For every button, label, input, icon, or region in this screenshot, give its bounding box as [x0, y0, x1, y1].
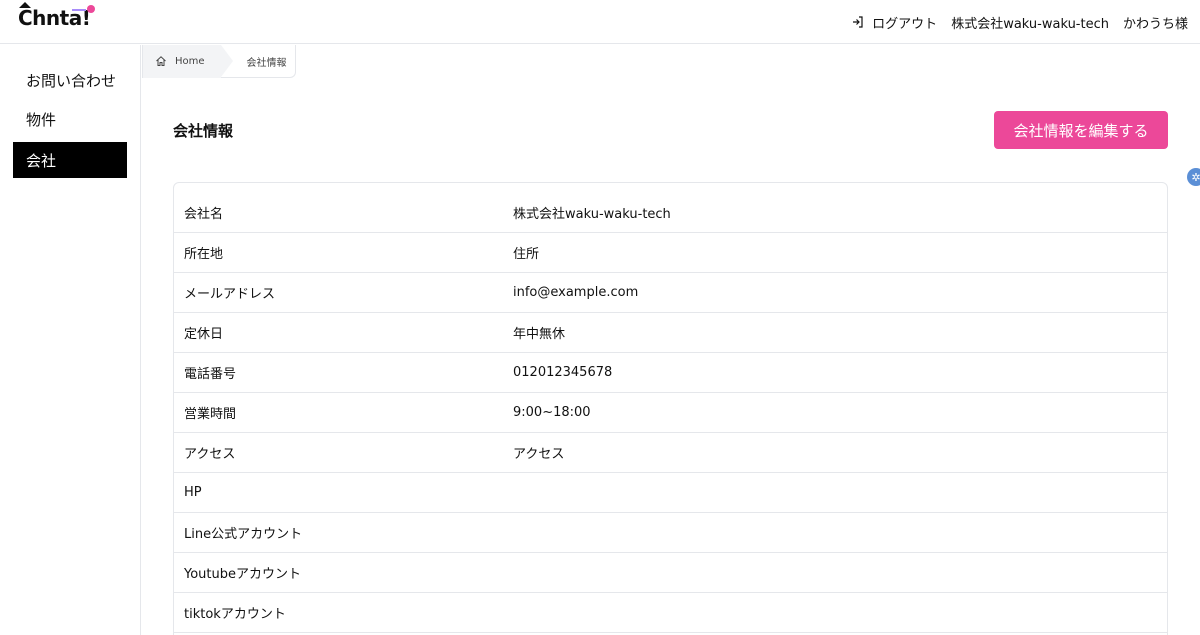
row-value: 012012345678 — [513, 365, 613, 380]
breadcrumb-home-label: Home — [175, 55, 205, 67]
table-row: メールアドレス info@example.com — [174, 273, 1167, 313]
row-label: 電話番号 — [184, 367, 237, 382]
row-value: 住所 — [513, 247, 540, 262]
row-label: メールアドレス — [184, 287, 276, 302]
row-label: 営業時間 — [184, 407, 237, 422]
table-row: 営業時間 9:00~18:00 — [174, 393, 1167, 433]
row-label: アクセス — [184, 447, 236, 462]
extension-widget-icon[interactable]: ✲ — [1187, 168, 1200, 186]
row-value: 株式会社waku-waku-tech — [513, 207, 671, 222]
company-info-table: 会社名 株式会社waku-waku-tech 所在地 住所 メールアドレス in… — [173, 182, 1168, 635]
header-company-name: 株式会社waku-waku-tech — [951, 16, 1109, 32]
table-row: 電話番号 012012345678 — [174, 353, 1167, 393]
table-row: Youtubeアカウント — [174, 553, 1167, 593]
logo-accent-line — [72, 9, 86, 11]
row-label: 定休日 — [184, 327, 224, 342]
breadcrumb-home[interactable]: Home — [143, 44, 232, 78]
app-header: Chnta! ログアウト 株式会社waku-waku-tech かわうち様 — [0, 0, 1200, 44]
logo-accent-dot — [87, 5, 95, 13]
row-label: Line公式アカウント — [184, 527, 303, 542]
header-user-name: かわうち様 — [1122, 16, 1188, 32]
row-label: Youtubeアカウント — [184, 567, 301, 582]
sidebar-item-label: 会社 — [26, 151, 57, 170]
table-row: HP — [174, 473, 1167, 513]
row-value: 9:00~18:00 — [513, 405, 591, 420]
edit-company-button[interactable]: 会社情報を編集する — [994, 111, 1168, 149]
sidebar-item-label: 物件 — [26, 110, 57, 129]
table-row: tiktokアカウント — [174, 593, 1167, 633]
table-row: 会社名 株式会社waku-waku-tech — [174, 193, 1167, 233]
row-label: HP — [184, 485, 202, 500]
header-user-area: ログアウト 株式会社waku-waku-tech かわうち様 — [852, 0, 1188, 44]
row-label: tiktokアカウント — [184, 607, 286, 622]
page-title: 会社情報 — [173, 122, 234, 140]
table-row: アクセス アクセス — [174, 433, 1167, 473]
table-row: Line公式アカウント — [174, 513, 1167, 553]
sidebar: お問い合わせ 物件 会社 — [0, 45, 141, 635]
sidebar-item-label: お問い合わせ — [26, 71, 117, 90]
row-value: info@example.com — [513, 285, 639, 300]
logout-label: ログアウト — [872, 16, 938, 32]
sidebar-item-properties[interactable]: 物件 — [13, 101, 127, 137]
home-icon — [156, 56, 166, 66]
sidebar-item-inquiries[interactable]: お問い合わせ — [13, 62, 127, 98]
table-row: 定休日 年中無休 — [174, 313, 1167, 353]
breadcrumb: Home 会社情報 — [142, 44, 296, 78]
logout-button[interactable]: ログアウト — [852, 13, 937, 32]
row-label: 所在地 — [184, 247, 224, 262]
logout-icon — [853, 16, 863, 28]
table-row: 所在地 住所 — [174, 233, 1167, 273]
app-logo[interactable]: Chnta! — [18, 2, 98, 36]
row-value: 年中無休 — [513, 327, 566, 342]
sidebar-item-company[interactable]: 会社 — [13, 142, 127, 178]
row-value: アクセス — [513, 447, 565, 462]
row-label: 会社名 — [184, 207, 224, 222]
